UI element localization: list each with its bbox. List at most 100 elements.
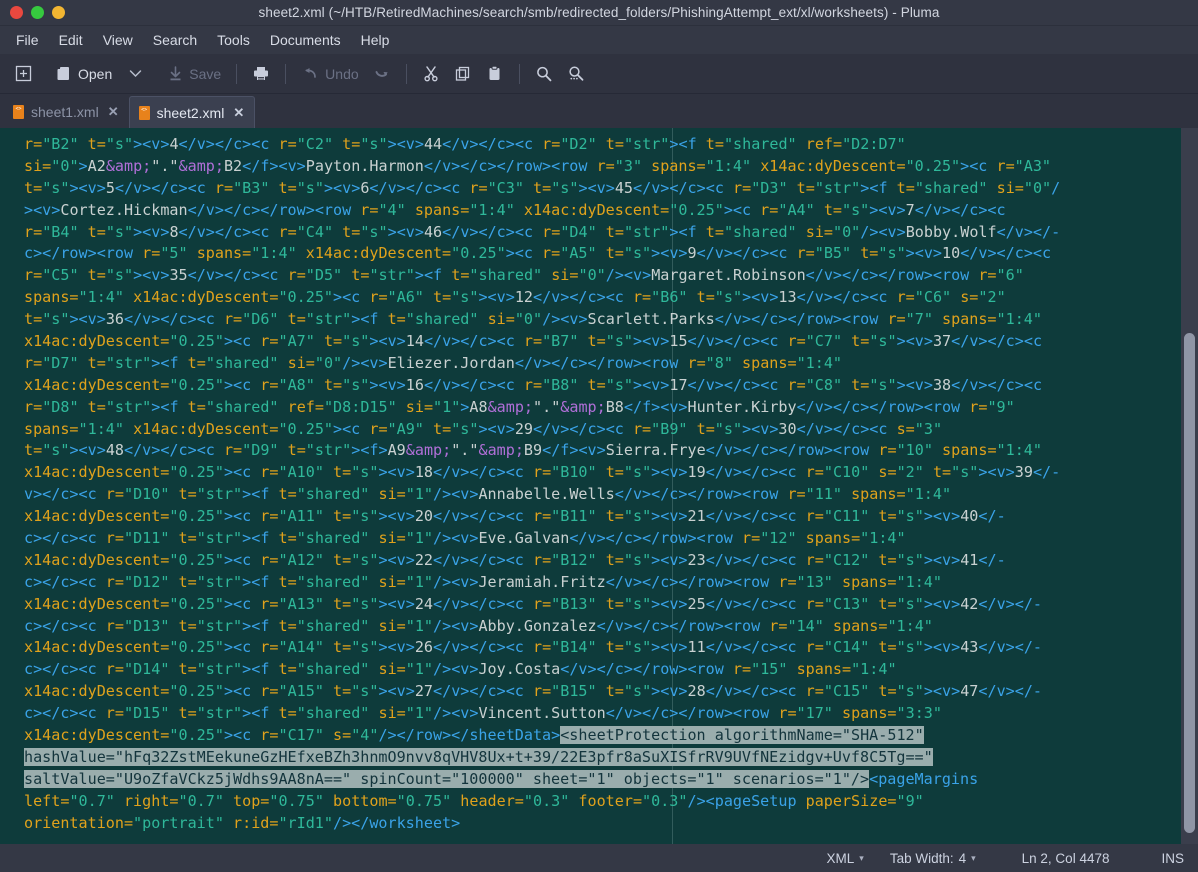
find-button[interactable] (529, 59, 559, 89)
code-line: r="C5" t="s"><v>35</v></c><c r="D5" t="s… (24, 266, 1024, 285)
toolbar-separator-2 (285, 63, 287, 84)
code-line: x14ac:dyDescent="0.25"><c r="A10" t="s">… (24, 463, 1061, 482)
tab-width-selector[interactable]: Tab Width: 4 ▾ (890, 851, 976, 866)
tab-label: sheet2.xml (156, 104, 225, 121)
menu-tools[interactable]: Tools (207, 29, 260, 51)
editor-area[interactable]: r="B2" t="s"><v>4</v></c><c r="C2" t="s"… (0, 128, 1198, 844)
code-line: v></c><c r="D10" t="str"><f t="shared" s… (24, 485, 952, 504)
xml-file-icon (138, 105, 150, 120)
tab-bar: sheet1.xml ✕ sheet2.xml ✕ (0, 94, 1198, 128)
code-line: x14ac:dyDescent="0.25"><c r="C17" s="4"/… (24, 726, 924, 745)
language-selector[interactable]: XML ▾ (827, 851, 864, 866)
code-line: r="D7" t="str"><f t="shared" si="0"/><v>… (24, 353, 842, 372)
tab-width-label: Tab Width: (889, 850, 954, 866)
insert-mode[interactable]: INS (1161, 851, 1184, 866)
code-line: c></row><row r="5" spans="1:4" x14ac:dyD… (24, 244, 1052, 263)
chevron-down-icon: ▾ (859, 852, 864, 863)
open-folder-icon (56, 65, 72, 82)
toolbar: Open Save Undo (0, 54, 1198, 94)
tab-label: sheet1.xml (31, 104, 99, 120)
save-button-label: Save (189, 65, 222, 82)
code-line: c></c><c r="D11" t="str"><f t="shared" s… (24, 529, 906, 548)
window-controls (0, 6, 65, 19)
code-line: spans="1:4" x14ac:dyDescent="0.25"><c r=… (24, 419, 943, 438)
tab-close-icon[interactable]: ✕ (233, 105, 244, 121)
tab-sheet1-xml[interactable]: sheet1.xml ✕ (4, 96, 129, 128)
menu-edit[interactable]: Edit (49, 29, 93, 51)
cut-button[interactable] (416, 59, 446, 89)
open-dropdown-button[interactable] (120, 59, 150, 89)
vertical-scrollbar[interactable] (1181, 128, 1198, 844)
toolbar-separator-4 (518, 63, 520, 84)
code-line: si="0">A2&amp;"."&amp;B2</f><v>Payton.Ha… (24, 156, 1052, 175)
save-icon (168, 65, 183, 82)
insert-mode-label: INS (1161, 850, 1184, 866)
undo-button-label: Undo (325, 65, 359, 82)
paste-button[interactable] (480, 59, 510, 89)
code-line: spans="1:4" x14ac:dyDescent="0.25"><c r=… (24, 288, 1006, 307)
window-title: sheet2.xml (~/HTB/RetiredMachines/search… (258, 5, 940, 20)
undo-button[interactable]: Undo (295, 59, 364, 89)
save-button[interactable]: Save (162, 59, 227, 89)
replace-button[interactable] (561, 59, 591, 89)
open-button-label: Open (78, 65, 113, 82)
new-document-icon (15, 65, 32, 82)
code-line: x14ac:dyDescent="0.25"><c r="A15" t="s">… (24, 682, 1043, 701)
code-line: t="s"><v>48</v></c><c r="D9" t="str"><f>… (24, 441, 1042, 460)
title-bar: sheet2.xml (~/HTB/RetiredMachines/search… (0, 0, 1198, 26)
code-text[interactable]: r="B2" t="s"><v>4</v></c><c r="C2" t="s"… (0, 128, 1181, 844)
code-line: c></c><c r="D15" t="str"><f t="shared" s… (24, 704, 942, 723)
code-line: x14ac:dyDescent="0.25"><c r="A13" t="s">… (24, 594, 1043, 613)
code-line: x14ac:dyDescent="0.25"><c r="A8" t="s"><… (24, 375, 1043, 394)
code-line: r="D8" t="str"><f t="shared" ref="D8:D15… (24, 397, 1015, 416)
copy-button[interactable] (448, 59, 478, 89)
code-line: hashValue="hFq32ZstMEekuneGzHEfxeBZh3hnm… (24, 747, 933, 766)
close-button[interactable] (10, 6, 23, 19)
code-line: c></c><c r="D13" t="str"><f t="shared" s… (24, 616, 933, 635)
print-button[interactable] (246, 59, 276, 89)
menu-view[interactable]: View (93, 29, 143, 51)
paste-icon (487, 65, 502, 82)
code-line: r="B2" t="s"><v>4</v></c><c r="C2" t="s"… (24, 135, 906, 153)
cursor-position: Ln 2, Col 4478 (1022, 851, 1110, 866)
status-bar: XML ▾ Tab Width: 4 ▾ Ln 2, Col 4478 INS (0, 844, 1198, 872)
menu-search[interactable]: Search (143, 29, 207, 51)
printer-icon (252, 65, 270, 82)
search-replace-icon (567, 65, 585, 83)
code-line: t="s"><v>36</v></c><c r="D6" t="str"><f … (24, 310, 1042, 329)
code-line: saltValue="U9oZfaVCkz5jWdhs9AA8nA==" spi… (24, 769, 979, 788)
xml-file-icon (13, 105, 24, 119)
redo-icon (373, 67, 391, 81)
code-line: x14ac:dyDescent="0.25"><c r="A7" t="s"><… (24, 332, 1043, 351)
tab-close-icon[interactable]: ✕ (108, 104, 119, 120)
tab-sheet2-xml[interactable]: sheet2.xml ✕ (128, 96, 256, 128)
copy-icon (454, 65, 471, 82)
code-line: t="s"><v>5</v></c><c r="B3" t="s"><v>6</… (24, 178, 1061, 197)
menu-bar: File Edit View Search Tools Documents He… (0, 26, 1198, 54)
cursor-position-label: Ln 2, Col 4478 (1021, 850, 1110, 866)
code-line: c></c><c r="D12" t="str"><f t="shared" s… (24, 572, 942, 591)
open-button[interactable]: Open (50, 59, 118, 89)
maximize-button[interactable] (52, 6, 65, 19)
new-document-button[interactable] (8, 59, 38, 89)
menu-help[interactable]: Help (351, 29, 400, 51)
code-line: x14ac:dyDescent="0.25"><c r="A12" t="s">… (24, 550, 1006, 569)
minimize-button[interactable] (31, 6, 44, 19)
undo-icon (301, 67, 319, 81)
code-line: x14ac:dyDescent="0.25"><c r="A11" t="s">… (24, 507, 1006, 526)
chevron-down-icon: ▾ (971, 852, 976, 863)
language-label: XML (826, 850, 855, 866)
search-icon (535, 65, 553, 83)
menu-documents[interactable]: Documents (260, 29, 351, 51)
chevron-down-icon (129, 69, 142, 78)
code-line: ><v>Cortez.Hickman</v></c></row><row r="… (24, 200, 1006, 219)
scrollbar-thumb[interactable] (1184, 333, 1195, 833)
redo-button[interactable] (367, 59, 397, 89)
pluma-window: sheet2.xml (~/HTB/RetiredMachines/search… (0, 0, 1198, 872)
toolbar-separator-3 (405, 63, 407, 84)
code-line: left="0.7" right="0.7" top="0.75" bottom… (24, 791, 924, 810)
code-line: orientation="portrait" r:id="rId1"/></wo… (24, 813, 461, 832)
code-line: r="B4" t="s"><v>8</v></c><c r="C4" t="s"… (24, 222, 1061, 241)
menu-file[interactable]: File (6, 29, 49, 51)
tab-width-value: 4 (958, 850, 967, 866)
